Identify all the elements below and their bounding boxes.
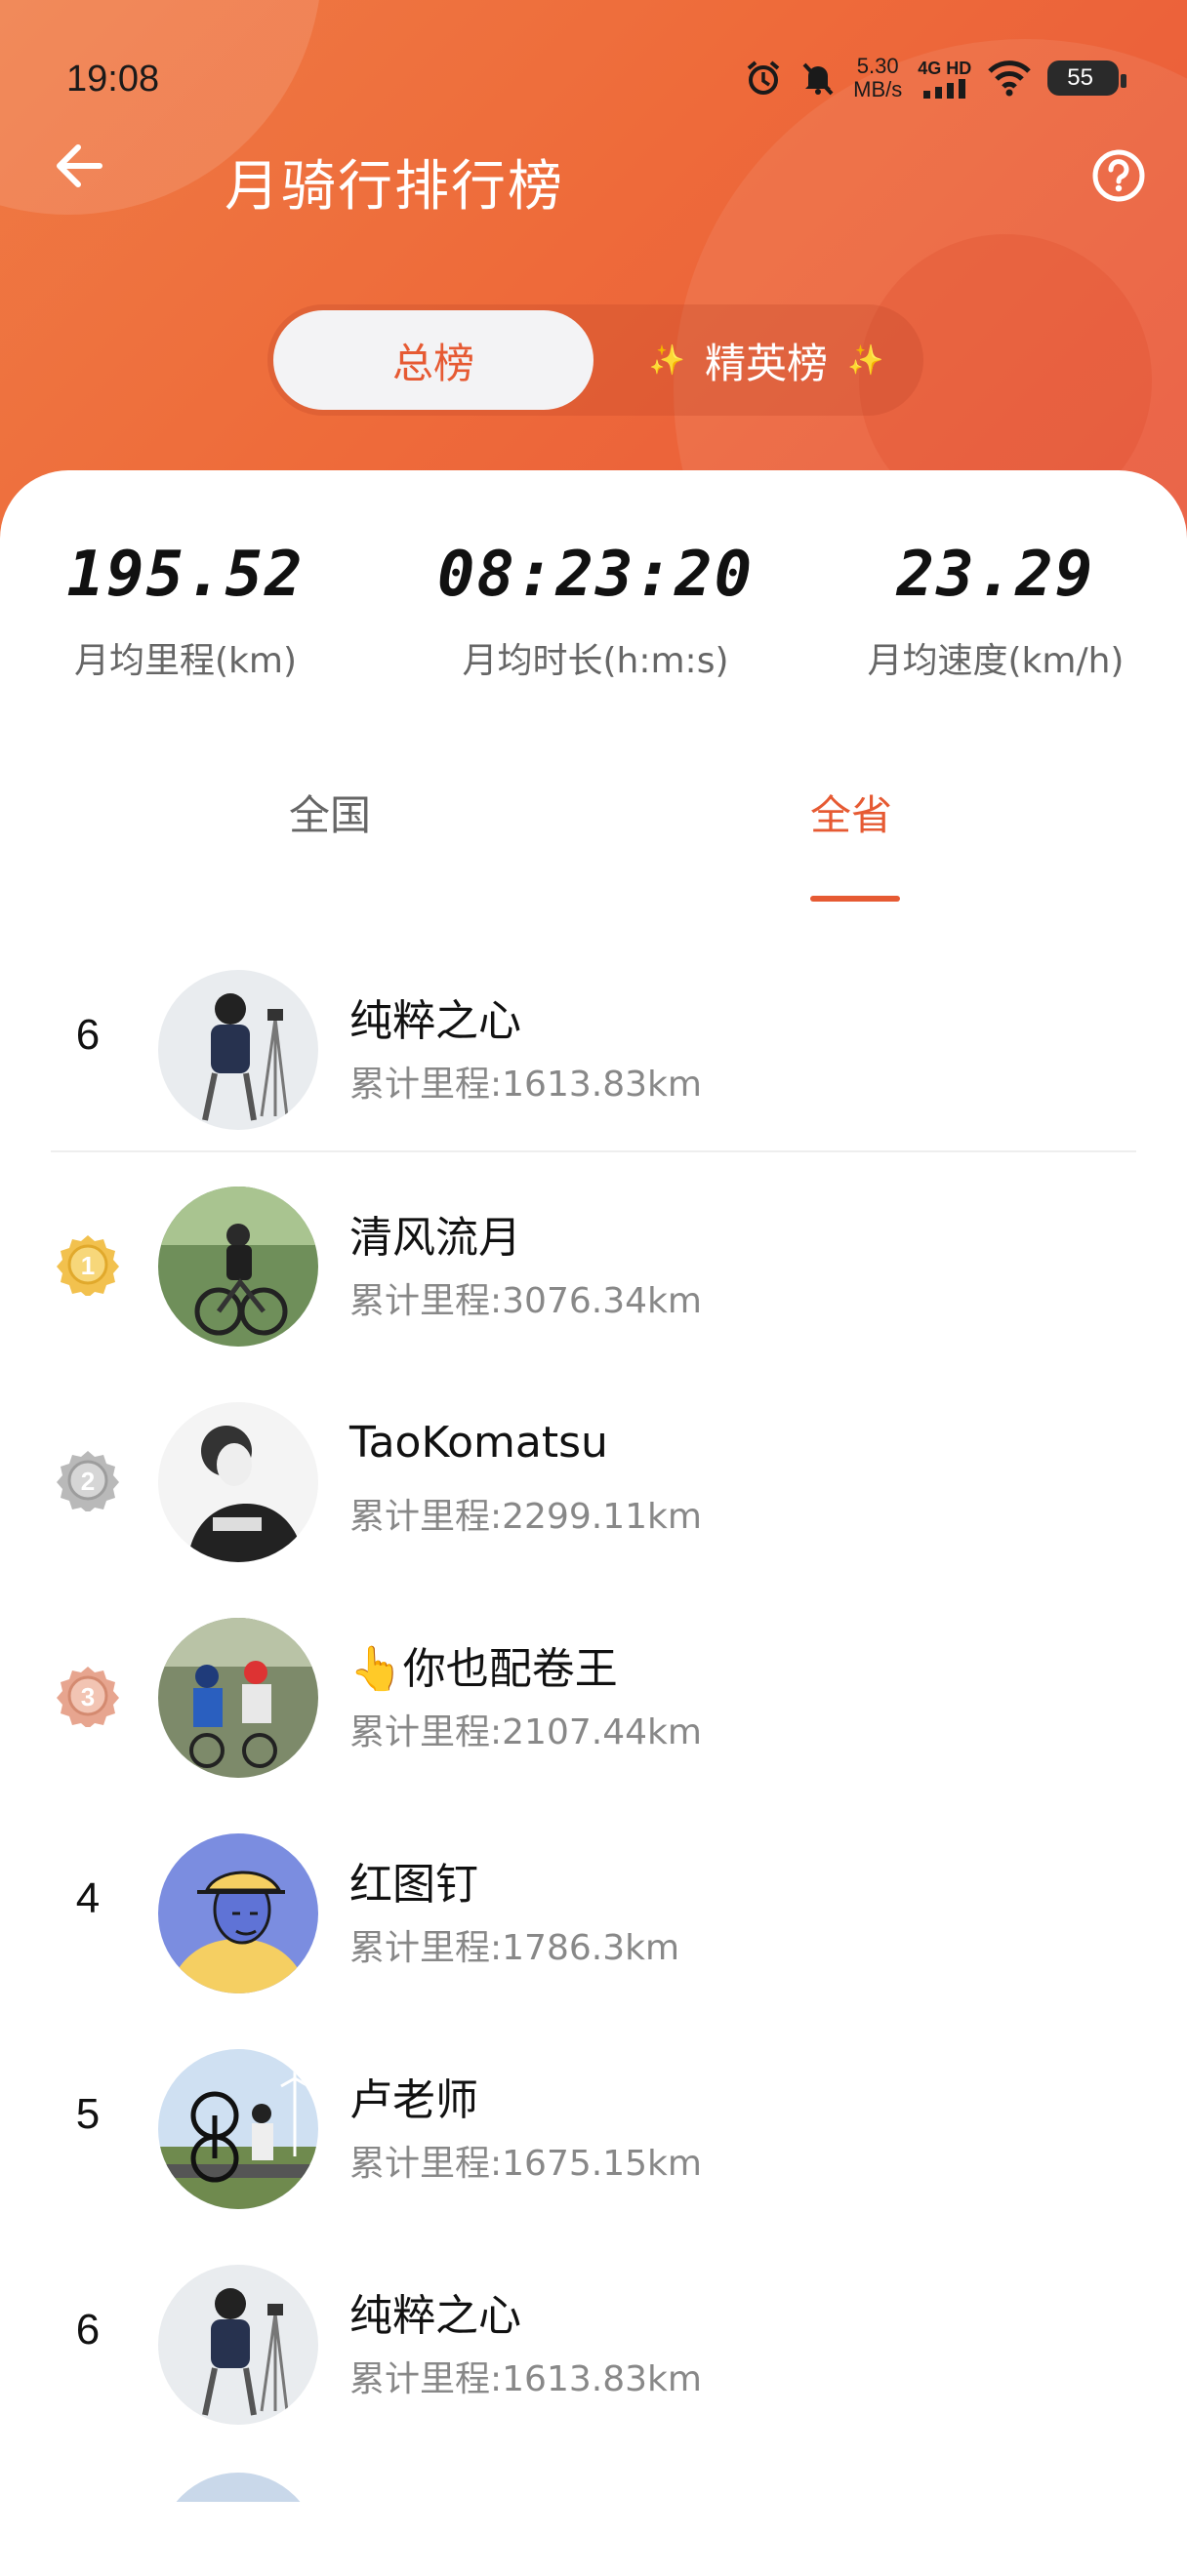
ranking-segment-control: 总榜 ✨ 精英榜 ✨: [267, 304, 923, 416]
status-time: 19:08: [66, 59, 160, 100]
segment-overall[interactable]: 总榜: [273, 310, 594, 410]
region-tabs: 全国 全省: [0, 763, 1187, 890]
rider-name: 红图钉: [349, 1860, 478, 1910]
list-item[interactable]: 1 清风流月 累计里程:3076.34km: [0, 1169, 1187, 1364]
avatar: [158, 1833, 318, 1993]
avatar: [158, 2049, 318, 2209]
tab-province[interactable]: 全省: [810, 783, 892, 842]
avatar: [158, 1402, 318, 1562]
divider: [51, 1150, 1136, 1152]
list-item[interactable]: 6 纯粹之心 累计里程:1613.83km: [0, 2247, 1187, 2442]
stat-label: 月均速度(km/h): [867, 641, 1125, 681]
mute-icon: [798, 59, 838, 98]
net-speed: 5.30 MB/s: [853, 54, 903, 101]
rank-number: 6: [75, 1011, 101, 1059]
tab-national[interactable]: 全国: [289, 783, 371, 842]
stat-avg-duration: 08:23:20 月均时长(h:m:s): [400, 539, 791, 683]
rank-number: 5: [75, 2090, 101, 2138]
avatar: [158, 1618, 318, 1778]
battery-indicator: 55: [1047, 60, 1126, 96]
active-tab-indicator: [810, 896, 900, 902]
sparkle-icon: ✨: [847, 342, 884, 378]
gold-medal-icon: 1: [57, 1233, 119, 1298]
svg-text:2: 2: [81, 1467, 95, 1496]
stat-label: 月均时长(h:m:s): [462, 641, 729, 681]
status-bar: 19:08 5.30 MB/s 4G HD 55: [0, 0, 1187, 156]
rider-name: 👆你也配卷王: [349, 1644, 618, 1694]
stat-value: 08:23:20: [436, 539, 755, 611]
stat-avg-speed: 23.29 月均速度(km/h): [849, 539, 1142, 683]
segment-elite-label: 精英榜: [704, 339, 828, 387]
svg-text:3: 3: [81, 1682, 95, 1711]
list-item[interactable]: 4 红图钉 累计里程:1786.3km: [0, 1816, 1187, 2011]
cellular-signal-icon: 4G HD: [918, 59, 971, 99]
rider-distance: 累计里程:3076.34km: [349, 1281, 702, 1321]
rider-name: 卢老师: [349, 2075, 478, 2125]
stat-value: 195.52: [66, 539, 305, 611]
rider-name: 清风流月: [349, 1213, 521, 1263]
stat-avg-distance: 195.52 月均里程(km): [39, 539, 332, 683]
rider-name: 纯粹之心: [349, 996, 521, 1046]
header: 19:08 5.30 MB/s 4G HD 55 月骑行排行榜 总榜 ✨ 精英榜…: [0, 0, 1187, 546]
rider-distance: 累计里程:1786.3km: [349, 1928, 680, 1968]
next-avatar-peek: [158, 2473, 318, 2502]
rider-distance: 累计里程:2107.44km: [349, 1712, 702, 1752]
sparkle-icon: ✨: [648, 342, 685, 378]
avatar: [158, 2265, 318, 2425]
rider-distance: 累计里程:1613.83km: [349, 1065, 702, 1105]
rider-distance: 累计里程:2299.11km: [349, 1497, 702, 1537]
wifi-icon: [987, 60, 1032, 97]
list-item[interactable]: 2 TaoKomatsu 累计里程:2299.11km: [0, 1385, 1187, 1580]
page-title: 月骑行排行榜: [225, 155, 564, 219]
bronze-medal-icon: 3: [57, 1665, 119, 1729]
avatar: [158, 970, 318, 1130]
rider-name: 纯粹之心: [349, 2291, 521, 2341]
stat-value: 23.29: [896, 539, 1095, 611]
my-rank-row[interactable]: 6 纯粹之心 累计里程:1613.83km: [0, 952, 1187, 1147]
alarm-icon: [744, 59, 783, 98]
rider-distance: 累计里程:1613.83km: [349, 2359, 702, 2399]
rider-name: TaoKomatsu: [349, 1418, 608, 1468]
rank-number: 6: [75, 2306, 101, 2354]
help-icon[interactable]: [1091, 148, 1146, 203]
list-item[interactable]: 3 👆你也配卷王 累计里程:2107.44km: [0, 1600, 1187, 1795]
svg-text:1: 1: [81, 1251, 95, 1280]
rider-distance: 累计里程:1675.15km: [349, 2144, 702, 2184]
rank-number: 4: [75, 1874, 101, 1922]
back-arrow-icon[interactable]: [49, 137, 107, 195]
segment-elite[interactable]: ✨ 精英榜 ✨: [615, 310, 918, 410]
avatar: [158, 1187, 318, 1347]
list-item[interactable]: 5 卢老师 累计里程:1675.15km: [0, 2032, 1187, 2227]
silver-medal-icon: 2: [57, 1449, 119, 1513]
stat-label: 月均里程(km): [73, 641, 297, 681]
